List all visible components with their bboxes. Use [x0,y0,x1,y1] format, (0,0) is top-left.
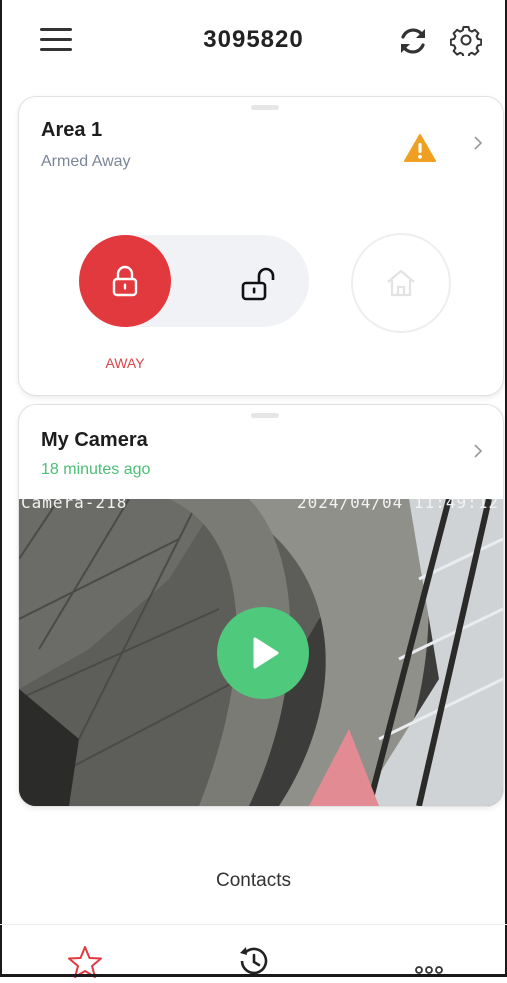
home-icon [387,269,415,297]
tab-more[interactable] [408,944,450,978]
tabbar-divider [0,924,507,925]
contacts-link[interactable]: Contacts [0,870,507,892]
drag-handle[interactable] [251,413,279,418]
area-card[interactable]: Area 1 Armed Away AWAY [18,96,504,396]
locked-padlock-icon [112,265,138,297]
more-dots-icon [415,966,443,974]
refresh-icon[interactable] [396,24,430,58]
history-icon [240,947,268,975]
camera-snapshot[interactable]: Camera-218 2024/04/04 11:49:12 [19,499,503,806]
camera-overlay-name: Camera-218 [21,499,128,512]
active-mode-label: AWAY [105,355,145,371]
camera-card[interactable]: My Camera 18 minutes ago Camera-218 2024… [18,404,504,807]
page-title: 3095820 [203,26,304,53]
tab-history[interactable] [232,944,274,978]
camera-updated-time: 18 minutes ago [41,461,151,478]
area-status: Armed Away [41,153,131,170]
app-header: 3095820 [0,0,507,82]
disarm-unlock-button[interactable] [239,267,279,303]
star-icon [68,946,102,978]
unlocked-padlock-icon [241,267,275,301]
drag-handle[interactable] [251,105,279,110]
tab-favorites[interactable] [64,944,106,978]
area-chevron-right-icon[interactable] [471,135,485,150]
home-mode-button[interactable] [351,233,451,333]
play-icon [253,637,279,669]
play-button[interactable] [217,607,309,699]
area-name: Area 1 [41,119,103,141]
gear-icon[interactable] [449,24,483,59]
camera-overlay-timestamp: 2024/04/04 11:49:12 [296,499,499,512]
away-lock-button[interactable] [79,235,171,327]
warning-triangle-icon[interactable] [403,133,437,163]
device-frame-left [0,0,2,977]
camera-name: My Camera [41,429,148,451]
camera-chevron-right-icon[interactable] [471,443,485,458]
